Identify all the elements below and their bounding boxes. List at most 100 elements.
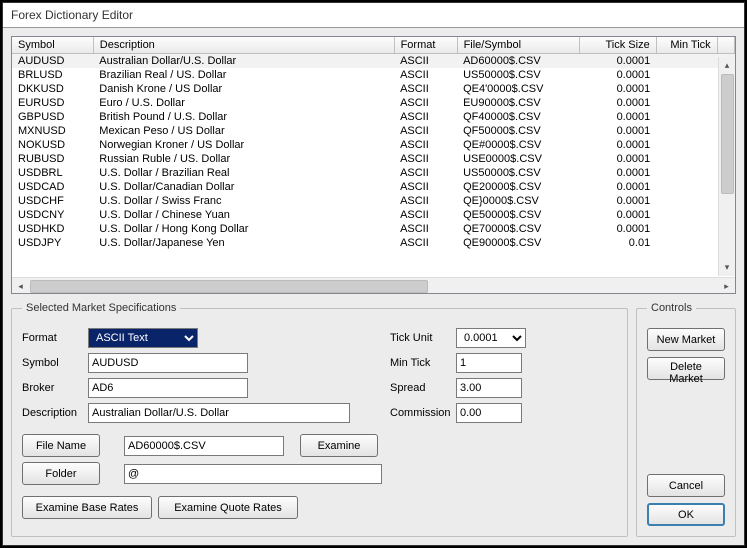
cell-mintick (656, 194, 717, 208)
cell-mintick (656, 68, 717, 82)
examine-base-rates-button[interactable]: Examine Base Rates (22, 496, 152, 519)
cell-format: ASCII (394, 124, 457, 138)
col-file[interactable]: File/Symbol (457, 37, 579, 54)
cell-file: AD60000$.CSV (457, 54, 579, 69)
cell-mintick (656, 222, 717, 236)
col-pad (717, 37, 734, 54)
cell-file: EU90000$.CSV (457, 96, 579, 110)
cell-tick: 0.0001 (579, 138, 656, 152)
examine-button[interactable]: Examine (300, 434, 378, 457)
folder-input[interactable] (124, 464, 382, 484)
commission-input[interactable] (456, 403, 522, 423)
cell-format: ASCII (394, 236, 457, 250)
cell-description: U.S. Dollar / Hong Kong Dollar (93, 222, 394, 236)
col-ticksize[interactable]: Tick Size (579, 37, 656, 54)
scroll-down-icon[interactable]: ▾ (719, 259, 736, 276)
cell-tick: 0.01 (579, 236, 656, 250)
cell-tick: 0.0001 (579, 208, 656, 222)
folder-button[interactable]: Folder (22, 462, 100, 485)
table-row[interactable]: RUBUSDRussian Ruble / US. DollarASCIIUSE… (12, 152, 735, 166)
cell-file: QE#0000$.CSV (457, 138, 579, 152)
cell-format: ASCII (394, 68, 457, 82)
cell-file: QE}0000$.CSV (457, 194, 579, 208)
cell-file: QE50000$.CSV (457, 208, 579, 222)
examine-quote-rates-button[interactable]: Examine Quote Rates (158, 496, 298, 519)
cell-tick: 0.0001 (579, 68, 656, 82)
new-market-button[interactable]: New Market (647, 328, 725, 351)
cell-description: U.S. Dollar / Brazilian Real (93, 166, 394, 180)
mintick-input[interactable] (456, 353, 522, 373)
horizontal-scrollbar[interactable]: ◂ ▸ (12, 277, 735, 294)
filename-input[interactable] (124, 436, 284, 456)
table-row[interactable]: GBPUSDBritish Pound / U.S. DollarASCIIQF… (12, 110, 735, 124)
window-title: Forex Dictionary Editor (3, 3, 744, 28)
table-row[interactable]: NOKUSDNorwegian Kroner / US DollarASCIIQ… (12, 138, 735, 152)
label-description: Description (22, 407, 82, 419)
col-mintick[interactable]: Min Tick (656, 37, 717, 54)
col-description[interactable]: Description (93, 37, 394, 54)
cell-file: QE90000$.CSV (457, 236, 579, 250)
cell-mintick (656, 96, 717, 110)
cell-mintick (656, 82, 717, 96)
col-format[interactable]: Format (394, 37, 457, 54)
cell-symbol: AUDUSD (12, 54, 93, 69)
symbol-table[interactable]: Symbol Description Format File/Symbol Ti… (12, 37, 735, 250)
table-row[interactable]: DKKUSDDanish Krone / US DollarASCIIQE4'0… (12, 82, 735, 96)
cell-description: U.S. Dollar/Japanese Yen (93, 236, 394, 250)
cell-symbol: USDCAD (12, 180, 93, 194)
cell-format: ASCII (394, 208, 457, 222)
scroll-up-icon[interactable]: ▴ (719, 57, 736, 74)
table-row[interactable]: EURUSDEuro / U.S. DollarASCIIEU90000$.CS… (12, 96, 735, 110)
ok-button[interactable]: OK (647, 503, 725, 526)
cell-symbol: EURUSD (12, 96, 93, 110)
cell-file: QF50000$.CSV (457, 124, 579, 138)
cell-tick: 0.0001 (579, 180, 656, 194)
vscroll-thumb[interactable] (721, 74, 734, 194)
broker-input[interactable] (88, 378, 248, 398)
table-row[interactable]: USDCHFU.S. Dollar / Swiss FrancASCIIQE}0… (12, 194, 735, 208)
label-format: Format (22, 332, 82, 344)
specs-group: Selected Market Specifications Format AS… (11, 302, 628, 537)
cell-tick: 0.0001 (579, 82, 656, 96)
cell-symbol: USDCNY (12, 208, 93, 222)
hscroll-thumb[interactable] (30, 280, 428, 293)
cancel-button[interactable]: Cancel (647, 474, 725, 497)
format-select[interactable]: ASCII Text (88, 328, 198, 348)
table-row[interactable]: USDCNYU.S. Dollar / Chinese YuanASCIIQE5… (12, 208, 735, 222)
spread-input[interactable] (456, 378, 522, 398)
table-row[interactable]: USDCADU.S. Dollar/Canadian DollarASCIIQE… (12, 180, 735, 194)
forex-dictionary-editor-window: Forex Dictionary Editor Symbol Descripti… (2, 2, 745, 546)
cell-tick: 0.0001 (579, 166, 656, 180)
cell-format: ASCII (394, 180, 457, 194)
vertical-scrollbar[interactable]: ▴ ▾ (718, 57, 735, 276)
cell-tick: 0.0001 (579, 124, 656, 138)
col-symbol[interactable]: Symbol (12, 37, 93, 54)
cell-description: Mexican Peso / US Dollar (93, 124, 394, 138)
label-tickunit: Tick Unit (390, 332, 450, 344)
symbol-input[interactable] (88, 353, 248, 373)
cell-symbol: DKKUSD (12, 82, 93, 96)
scroll-right-icon[interactable]: ▸ (718, 278, 735, 295)
cell-tick: 0.0001 (579, 96, 656, 110)
cell-description: Russian Ruble / US. Dollar (93, 152, 394, 166)
table-row[interactable]: BRLUSDBrazilian Real / US. DollarASCIIUS… (12, 68, 735, 82)
cell-tick: 0.0001 (579, 110, 656, 124)
table-row[interactable]: MXNUSDMexican Peso / US DollarASCIIQF500… (12, 124, 735, 138)
table-row[interactable]: USDJPYU.S. Dollar/Japanese YenASCIIQE900… (12, 236, 735, 250)
cell-file: US50000$.CSV (457, 166, 579, 180)
cell-symbol: GBPUSD (12, 110, 93, 124)
scroll-left-icon[interactable]: ◂ (12, 278, 29, 295)
cell-tick: 0.0001 (579, 194, 656, 208)
description-input[interactable] (88, 403, 350, 423)
cell-mintick (656, 166, 717, 180)
table-row[interactable]: USDHKDU.S. Dollar / Hong Kong DollarASCI… (12, 222, 735, 236)
cell-file: USE0000$.CSV (457, 152, 579, 166)
table-row[interactable]: USDBRLU.S. Dollar / Brazilian RealASCIIU… (12, 166, 735, 180)
tickunit-select[interactable]: 0.0001 (456, 328, 526, 348)
controls-group: Controls New Market Delete Market Cancel… (636, 302, 736, 537)
cell-mintick (656, 208, 717, 222)
delete-market-button[interactable]: Delete Market (647, 357, 725, 380)
cell-description: U.S. Dollar / Swiss Franc (93, 194, 394, 208)
table-row[interactable]: AUDUSDAustralian Dollar/U.S. DollarASCII… (12, 54, 735, 69)
filename-button[interactable]: File Name (22, 434, 100, 457)
